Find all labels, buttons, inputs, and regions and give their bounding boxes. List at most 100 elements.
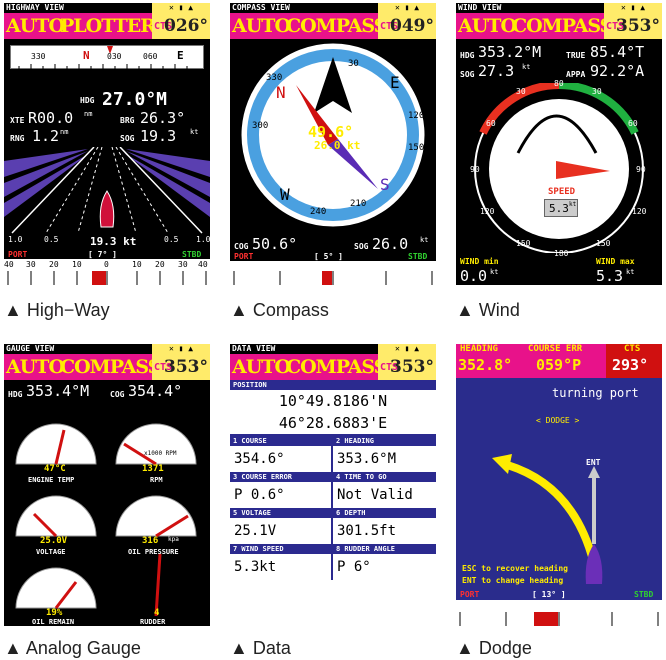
tape-label: 060 bbox=[143, 52, 158, 61]
cog-label: COG bbox=[234, 242, 249, 251]
voltage-value: 25.0V bbox=[40, 536, 68, 546]
turning-status: turning port bbox=[552, 386, 639, 400]
hdg-label: HDG bbox=[8, 390, 23, 399]
dial-label: 120 bbox=[408, 111, 425, 121]
data-cell: 1 COURSE 354.6° bbox=[230, 436, 333, 472]
dodge-label: < DODGE > bbox=[536, 416, 580, 425]
data-cell: 6 DEPTH 301.5ft bbox=[333, 508, 436, 544]
auto-mode-label: AUTO bbox=[6, 15, 65, 37]
status-icons: ✕ ▮ ▲ bbox=[378, 3, 436, 13]
dial-label: 240 bbox=[310, 207, 327, 217]
compass-mode-label: COMPASS bbox=[512, 15, 613, 37]
hdg-value: 353.2°M bbox=[478, 43, 542, 61]
oil-remain-label: OIL REMAIN bbox=[32, 618, 75, 626]
dial-label: 30 bbox=[348, 59, 359, 69]
sog-unit: kt bbox=[522, 63, 531, 71]
compass-mode-label: COMPASS bbox=[60, 356, 161, 378]
cts-value: 026° bbox=[164, 16, 208, 36]
dial-east: E bbox=[390, 73, 400, 92]
dial-label: 30 bbox=[516, 87, 526, 96]
cell-label: 3 COURSE ERROR bbox=[230, 472, 331, 482]
rudder-tick: 30 bbox=[178, 260, 188, 269]
wind-min-value: 0.0 bbox=[460, 267, 488, 285]
course-err-label: COURSE ERR bbox=[528, 344, 583, 354]
cell-value: Not Valid bbox=[337, 487, 413, 503]
hdg-value: 27.0°M bbox=[102, 89, 168, 110]
heading-label: HEADING bbox=[460, 344, 498, 354]
caption-highway: ▲ High−Way bbox=[4, 300, 110, 320]
stbd-label: STBD bbox=[634, 590, 654, 599]
caption-data: ▲ Data bbox=[230, 638, 291, 658]
mode-header: AUTO COMPASS CTS 049° bbox=[230, 13, 436, 39]
rudder-tick: 20 bbox=[49, 260, 59, 269]
rudder-angle: [ 7° ] bbox=[88, 250, 117, 259]
wind-max-value: 5.3 bbox=[596, 267, 624, 285]
rudder-angle: [ 13° ] bbox=[532, 590, 566, 599]
cell-label: 6 DEPTH bbox=[333, 508, 436, 518]
mode-header: AUTO COMPASS CTS 353° bbox=[230, 354, 436, 380]
tape-east: E bbox=[177, 49, 184, 62]
cell-value: 353.6°M bbox=[337, 451, 397, 467]
dial-label: 90 bbox=[636, 165, 646, 174]
status-icons: ✕ ▮ ▲ bbox=[378, 344, 436, 354]
true-value: 85.4°T bbox=[590, 43, 645, 61]
engine-temp-value: 47°C bbox=[44, 464, 66, 474]
dial-label: 300 bbox=[252, 121, 269, 131]
data-view-panel: DATA VIEW ✕ ▮ ▲ AUTO COMPASS CTS 353° PO… bbox=[230, 344, 436, 626]
rpm-value: 1371 bbox=[142, 464, 164, 474]
sog-unit: kt bbox=[190, 128, 199, 136]
rng-value: 1.2 bbox=[32, 127, 60, 145]
caption-analog-gauge: ▲ Analog Gauge bbox=[4, 638, 141, 658]
oil-remain-value: 19% bbox=[46, 608, 63, 618]
highway-graphic bbox=[4, 147, 210, 234]
dial-label: 60 bbox=[628, 119, 638, 128]
dodge-graphic bbox=[492, 454, 603, 584]
wind-max-label: WIND max bbox=[596, 257, 635, 266]
caption-dodge: ▲ Dodge bbox=[456, 638, 532, 658]
sog-value: 27.3 bbox=[478, 62, 515, 80]
compass-tape: 330 N 030 060 E bbox=[10, 45, 204, 70]
rpm-unit: x1000 RPM bbox=[144, 450, 177, 457]
longitude: 46°28.6883'E bbox=[278, 414, 388, 432]
cts-label: CTS bbox=[624, 344, 641, 354]
speed-label: SPEED bbox=[548, 187, 576, 197]
data-cell: 8 RUDDER ANGLE P 6° bbox=[333, 544, 436, 580]
brg-value: 26.3° bbox=[140, 109, 186, 127]
oil-pressure-value: 316 bbox=[142, 536, 159, 546]
rpm-label: RPM bbox=[150, 476, 163, 484]
latitude: 10°49.8186'N bbox=[278, 392, 388, 410]
wind-dial bbox=[474, 83, 644, 253]
auto-mode-label: AUTO bbox=[232, 356, 291, 378]
dial-label: 30 bbox=[592, 87, 602, 96]
highway-view-panel: HIGHWAY VIEW AUTO PLOTTER CTS 026° ✕ ▮ ▲… bbox=[4, 3, 210, 285]
data-cell: 3 COURSE ERROR P 0.6° bbox=[230, 472, 333, 508]
auto-mode-label: AUTO bbox=[6, 356, 65, 378]
cell-label: 5 VOLTAGE bbox=[230, 508, 331, 518]
sog-label: SOG bbox=[460, 70, 475, 79]
auto-mode-label: AUTO bbox=[458, 15, 517, 37]
rudder-value: 4 bbox=[154, 608, 160, 618]
cell-value: 25.1V bbox=[234, 523, 277, 539]
cog-label: COG bbox=[110, 390, 125, 399]
port-label: PORT bbox=[460, 590, 480, 599]
cell-value: 301.5ft bbox=[337, 523, 397, 539]
status-icons: ✕ ▮ ▲ bbox=[152, 344, 210, 354]
cts-value: 293° bbox=[612, 356, 649, 374]
xte-label: XTE bbox=[10, 116, 25, 125]
dial-south: S bbox=[380, 175, 390, 194]
dial-label: 80 bbox=[554, 79, 564, 88]
rudder-tick: 40 bbox=[4, 260, 14, 269]
tape-north: N bbox=[83, 49, 90, 62]
scale-label: 1.0 bbox=[8, 235, 23, 244]
speed-value: 5.3 bbox=[549, 202, 569, 215]
oil-pressure-unit: kpa bbox=[168, 536, 179, 543]
cts-box: CTS 353° bbox=[604, 13, 662, 39]
cts-value: 353° bbox=[390, 357, 434, 377]
data-grid: POSITION 10°49.8186'N 46°28.6883'E 1 COU… bbox=[230, 380, 436, 626]
oil-pressure-label: OIL PRESSURE bbox=[128, 548, 179, 556]
sog-value: 19.3 bbox=[140, 127, 177, 145]
dial-north: N bbox=[276, 83, 286, 102]
cts-box: CTS 353° bbox=[378, 354, 436, 380]
scale-label: 0.5 bbox=[44, 235, 59, 244]
port-label: PORT bbox=[8, 250, 28, 259]
